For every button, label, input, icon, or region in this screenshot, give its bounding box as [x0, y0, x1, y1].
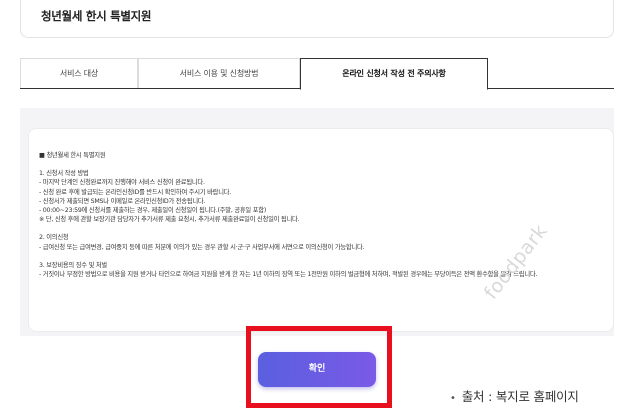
section-1-item: - 마지막 단계인 신청완료까지 진행해야 서비스 신청이 완료됩니다.	[39, 179, 205, 187]
confirm-button[interactable]: 확인	[258, 352, 376, 387]
section-1-note: ※ 단, 신청 후에 관할 보장기관 담당자가 추가서류 제출 요청시, 추가서…	[39, 216, 300, 224]
section-2-item: - 급여신청 또는 급여변경, 급여중지 등에 따른 처분에 이의가 있는 경우…	[39, 243, 365, 251]
section-1-item: - 신청 완료 후에 발급되는 온라인신청ID를 반드시 확인하여 주시기 바랍…	[39, 188, 232, 196]
tab-bar: 서비스 대상 서비스 이용 및 신청방법 온라인 신청서 작성 전 주의사항	[20, 58, 614, 90]
page-title: 청년월세 한시 특별지원	[41, 9, 152, 23]
section-3-item: - 거짓이나 부정한 방법으로 비용을 지원 받거나 타인으로 하여금 지원을 …	[39, 271, 538, 279]
source-caption: • 출처 : 복지로 홈페이지	[450, 386, 579, 405]
bullet: •	[450, 393, 456, 404]
section-1-item: - 신청서가 제출되면 SMS나 이메일로 온라인신청ID가 전송됩니다.	[39, 197, 206, 205]
section-3-title: 3. 보장비용의 징수 및 처벌	[39, 261, 107, 269]
service-title-box: 청년월세 한시 특별지원	[20, 0, 614, 38]
section-1-item: - 00:00~23:59에 신청서를 제출하는 경우, 제출일이 신청일이 됩…	[39, 207, 267, 215]
section-2-title: 2. 이의신청	[39, 234, 69, 242]
section-1-title: 1. 신청서 작성 방법	[39, 170, 89, 178]
tab-usage-and-application[interactable]: 서비스 이용 및 신청방법	[138, 58, 300, 89]
tab-online-precautions[interactable]: 온라인 신청서 작성 전 주의사항	[300, 58, 488, 90]
tab-service-target[interactable]: 서비스 대상	[20, 58, 138, 89]
source-text: 출처 : 복지로 홈페이지	[461, 389, 579, 404]
notice-heading: ■ 청년월세 한시 특별지원	[39, 152, 106, 159]
notice-box: ■ 청년월세 한시 특별지원 1. 신청서 작성 방법 - 마지막 단계인 신청…	[28, 128, 614, 332]
